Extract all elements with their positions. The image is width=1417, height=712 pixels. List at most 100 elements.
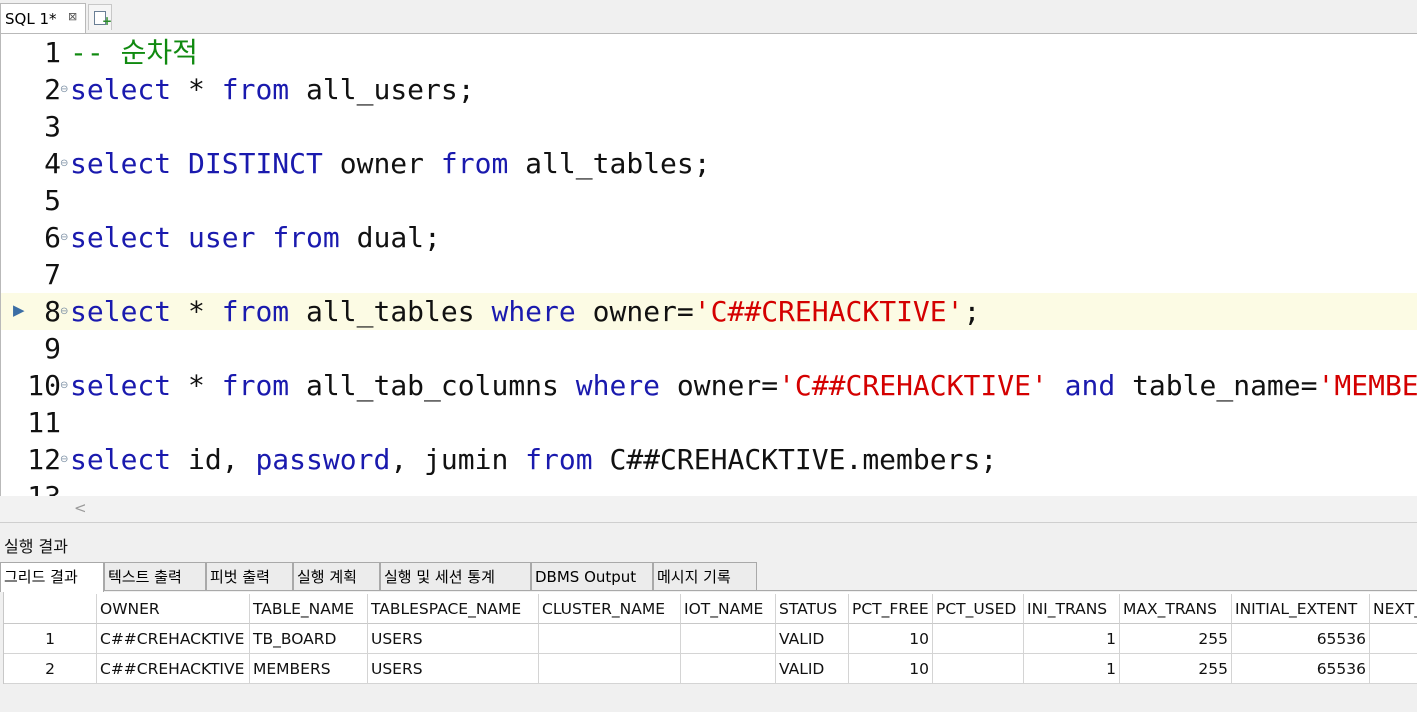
code-line[interactable]: 10 ⊖ select * from all_tab_columns where o…	[1, 367, 1417, 404]
sql-editor[interactable]: 1 -- 순차적 2 ⊖ select * from all_users; 3 4 ⊖ sele…	[0, 34, 1417, 496]
row-number[interactable]: 1	[4, 624, 97, 654]
sql-keyword: where	[491, 295, 576, 328]
column-header[interactable]: PCT_FREE	[849, 594, 933, 624]
code-line[interactable]: 5	[1, 182, 1417, 219]
line-number: 2	[44, 73, 61, 106]
sql-keyword: and	[1064, 369, 1116, 402]
result-tab[interactable]: 그리드 결과	[0, 562, 104, 592]
horizontal-scrollbar[interactable]: <	[60, 496, 1417, 523]
grid-cell[interactable]	[933, 624, 1024, 654]
grid-cell[interactable]: 65536	[1232, 654, 1370, 684]
result-tab[interactable]: 텍스트 출력	[104, 562, 206, 590]
grid-cell[interactable]: 10	[849, 624, 933, 654]
tab-title: SQL 1*	[5, 10, 57, 28]
sql-string: 'MEMBERS'	[1317, 369, 1417, 402]
grid-cell[interactable]: VALID	[776, 624, 849, 654]
code-line[interactable]: 11	[1, 404, 1417, 441]
fold-toggle-icon[interactable]: ⊖	[60, 441, 68, 478]
code-line[interactable]: 12 ⊖ select id, password, jumin from C##CR…	[1, 441, 1417, 478]
column-header[interactable]: NEXT_	[1370, 594, 1417, 624]
column-header[interactable]: TABLESPACE_NAME	[368, 594, 539, 624]
column-header[interactable]: IOT_NAME	[681, 594, 776, 624]
column-header[interactable]: INI_TRANS	[1024, 594, 1120, 624]
sql-text: owner=	[660, 369, 779, 402]
sql-text: owner	[322, 147, 441, 180]
column-header[interactable]: OWNER	[97, 594, 250, 624]
code-line[interactable]: 3	[1, 108, 1417, 145]
sql-keyword: select	[70, 443, 172, 476]
grid-cell[interactable]: USERS	[368, 624, 539, 654]
sql-text: all_tables	[289, 295, 492, 328]
grid-cell[interactable]: 10	[849, 654, 933, 684]
sql-keyword: from	[272, 221, 340, 254]
column-header[interactable]: PCT_USED	[933, 594, 1024, 624]
code-text: select id, password, jumin from C##CREHA…	[70, 441, 997, 478]
fold-toggle-icon[interactable]: ⊖	[60, 145, 68, 182]
plus-icon: +	[102, 14, 113, 28]
sql-string: 'C##CREHACKTIVE'	[693, 295, 964, 328]
column-header[interactable]: MAX_TRANS	[1120, 594, 1232, 624]
result-tab[interactable]: 메시지 기록	[653, 562, 757, 590]
result-tab[interactable]: 실행 계획	[293, 562, 380, 590]
code-line[interactable]: 4 ⊖ select DISTINCT owner from all_tables;	[1, 145, 1417, 182]
sql-keyword: where	[575, 369, 661, 402]
result-tab[interactable]: DBMS Output	[531, 562, 653, 590]
grid-cell[interactable]: 255	[1120, 624, 1232, 654]
grid-cell[interactable]	[1370, 654, 1417, 684]
grid-cell[interactable]: 255	[1120, 654, 1232, 684]
result-tab[interactable]: 실행 및 세션 통계	[380, 562, 531, 590]
grid-cell[interactable]	[1370, 624, 1417, 654]
line-number: 3	[44, 110, 61, 143]
result-tab[interactable]: 피벗 출력	[206, 562, 293, 590]
grid-cell[interactable]	[681, 654, 776, 684]
line-number: 4	[44, 147, 61, 180]
tab-sql-1[interactable]: SQL 1* ⊠	[0, 3, 86, 33]
code-line[interactable]: 1 -- 순차적	[1, 34, 1417, 71]
grid-cell[interactable]: USERS	[368, 654, 539, 684]
code-line[interactable]: 2 ⊖ select * from all_users;	[1, 71, 1417, 108]
sql-text: *	[171, 73, 222, 106]
column-header[interactable]: TABLE_NAME	[250, 594, 368, 624]
code-line[interactable]: 13	[1, 478, 1417, 496]
grid-cell[interactable]: C##CREHACKTIVE	[97, 624, 250, 654]
grid-cell[interactable]: VALID	[776, 654, 849, 684]
code-text: select DISTINCT owner from all_tables;	[70, 145, 711, 182]
sql-keyword: from	[221, 369, 290, 402]
scrollbar-gutter	[0, 496, 60, 523]
sql-text: all_users;	[289, 73, 475, 106]
column-header[interactable]	[4, 594, 97, 624]
row-number[interactable]: 2	[4, 654, 97, 684]
new-sql-tab-button[interactable]: +	[88, 4, 112, 30]
grid-empty-area	[3, 684, 1417, 712]
sql-text: all_tables;	[508, 147, 711, 180]
column-header[interactable]: CLUSTER_NAME	[539, 594, 681, 624]
column-header[interactable]: STATUS	[776, 594, 849, 624]
grid-cell[interactable]: C##CREHACKTIVE	[97, 654, 250, 684]
column-header[interactable]: INITIAL_EXTENT	[1232, 594, 1370, 624]
sql-keyword: select	[70, 73, 172, 106]
close-icon[interactable]: ⊠	[68, 2, 77, 32]
grid-cell[interactable]: 65536	[1232, 624, 1370, 654]
code-line[interactable]: 6 ⊖ select user from dual;	[1, 219, 1417, 256]
grid-cell[interactable]: 1	[1024, 624, 1120, 654]
grid-cell[interactable]: 1	[1024, 654, 1120, 684]
code-line[interactable]: 9	[1, 330, 1417, 367]
fold-toggle-icon[interactable]: ⊖	[60, 71, 68, 108]
sql-text: *	[171, 369, 222, 402]
fold-toggle-icon[interactable]: ⊖	[60, 219, 68, 256]
grid-cell[interactable]	[933, 654, 1024, 684]
fold-toggle-icon[interactable]: ⊖	[60, 293, 68, 330]
grid-cell[interactable]: TB_BOARD	[250, 624, 368, 654]
line-number: 5	[44, 184, 61, 217]
sql-keyword: from	[221, 295, 290, 328]
grid-cell[interactable]	[681, 624, 776, 654]
code-line[interactable]: ▶ 8 ⊖ select * from all_tables where owner=…	[1, 293, 1417, 330]
grid-cell[interactable]	[539, 654, 681, 684]
fold-toggle-icon[interactable]: ⊖	[60, 367, 68, 404]
line-number: 9	[44, 332, 61, 365]
grid-cell[interactable]	[539, 624, 681, 654]
scroll-left-icon[interactable]: <	[74, 499, 87, 517]
code-line[interactable]: 7	[1, 256, 1417, 293]
grid-cell[interactable]: MEMBERS	[250, 654, 368, 684]
